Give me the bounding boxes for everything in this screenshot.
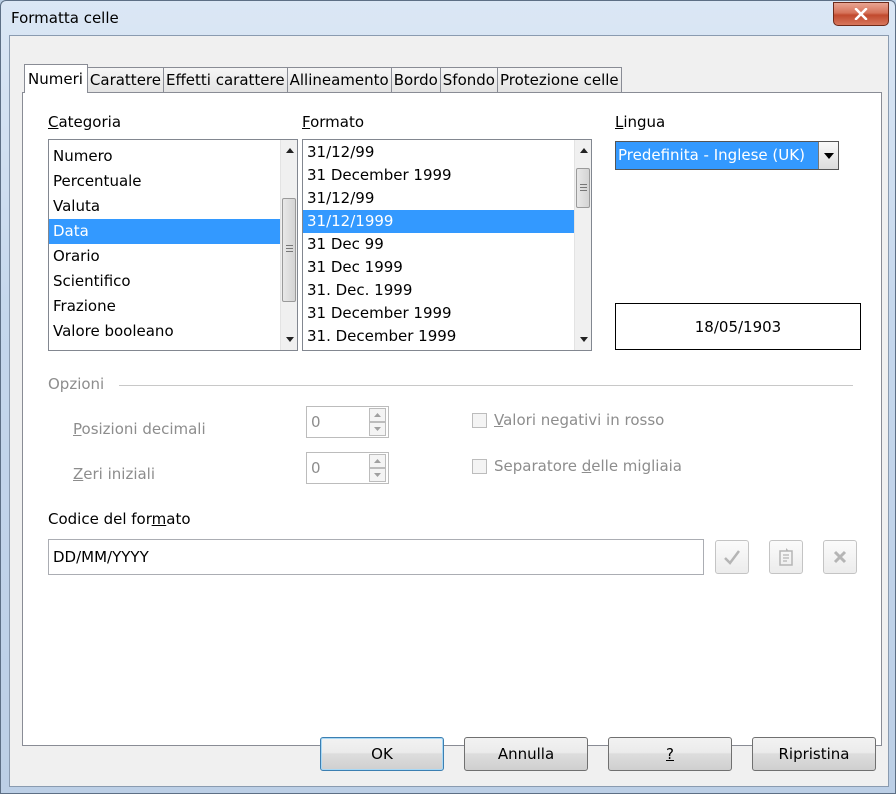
format-list-item[interactable]: 31/12/1999 (303, 210, 591, 233)
decimal-places-label: Posizioni decimali (73, 420, 206, 438)
language-dropdown-button[interactable] (818, 142, 838, 169)
delete-format-button[interactable] (823, 540, 857, 574)
format-list-item[interactable]: 31. December 1999 (303, 325, 591, 348)
tab-sfondo[interactable]: Sfondo (439, 67, 498, 93)
tab-carattere[interactable]: Carattere (86, 67, 164, 93)
category-label: Categoria (48, 113, 122, 131)
help-button-label: ? (666, 745, 674, 763)
spin-down-icon[interactable] (369, 422, 386, 436)
scroll-down-arrow-icon[interactable] (575, 331, 591, 348)
format-list-item[interactable]: 31/12/99 (303, 141, 591, 164)
close-icon (854, 8, 868, 20)
category-scrollbar[interactable] (280, 140, 297, 350)
spin-up-icon[interactable] (369, 408, 386, 422)
numbers-tab-panel: Categoria Numero Percentuale Valuta Data Ora… (22, 92, 882, 746)
leading-zeros-value: 0 (311, 459, 321, 477)
language-dropdown[interactable]: Predefinita - Inglese (UK) (615, 141, 839, 170)
options-divider (119, 385, 853, 386)
format-cells-dialog: Formatta celle Numeri Carattere Effetti … (0, 0, 896, 794)
format-code-label: Codice del formato (48, 510, 191, 528)
comment-icon (779, 548, 793, 566)
category-list-item[interactable]: Orario (49, 244, 297, 269)
scroll-up-arrow-icon[interactable] (281, 142, 297, 159)
preview-value: 18/05/1903 (694, 317, 782, 336)
format-list-item[interactable]: 31. Dec. 1999 (303, 279, 591, 302)
spin-up-icon[interactable] (369, 454, 386, 468)
category-list-item[interactable]: Scientifico (49, 269, 297, 294)
category-list-item[interactable]: Percentuale (49, 169, 297, 194)
negative-red-checkbox[interactable] (472, 413, 487, 428)
delete-icon (833, 550, 847, 564)
format-scroll-thumb[interactable] (576, 168, 590, 208)
format-label: Formato (302, 113, 365, 131)
chevron-down-icon (823, 152, 834, 159)
category-list-item[interactable]: Numero (49, 144, 297, 169)
thousands-separator-label: Separatore delle migliaia (494, 457, 682, 475)
format-listbox[interactable]: 31/12/99 31 December 1999 31/12/99 31/12/19… (302, 139, 592, 351)
checkmark-icon (724, 550, 740, 565)
format-code-input[interactable]: DD/MM/YYYY (48, 539, 704, 575)
scroll-down-arrow-icon[interactable] (281, 331, 297, 348)
tab-protezione-celle[interactable]: Protezione celle (496, 67, 622, 93)
format-list-item[interactable]: 31 Dec 99 (303, 233, 591, 256)
leading-zeros-spinner[interactable]: 0 (306, 452, 389, 484)
format-code-value: DD/MM/YYYY (53, 548, 149, 566)
title-bar[interactable]: Formatta celle (1, 1, 895, 35)
negative-red-label: Valori negativi in rosso (494, 411, 665, 429)
category-list-item[interactable]: Valuta (49, 194, 297, 219)
thousands-separator-checkbox[interactable] (472, 459, 487, 474)
category-list-item[interactable]: Frazione (49, 294, 297, 319)
tab-bar: Numeri Carattere Effetti carattere Allin… (24, 64, 622, 93)
language-label: Lingua (615, 113, 666, 131)
format-scrollbar[interactable] (574, 140, 591, 350)
tab-numeri[interactable]: Numeri (24, 64, 88, 93)
format-list-item[interactable]: 31 Dec 1999 (303, 256, 591, 279)
window-title: Formatta celle (11, 9, 119, 27)
dialog-client-area: Numeri Carattere Effetti carattere Allin… (9, 35, 889, 787)
format-list-item[interactable]: 31 December 1999 (303, 302, 591, 325)
decimal-places-spinner[interactable]: 0 (306, 406, 389, 438)
scroll-up-arrow-icon[interactable] (575, 142, 591, 159)
category-list-item[interactable]: Data (49, 219, 297, 244)
apply-format-button[interactable] (715, 540, 749, 574)
edit-comment-button[interactable] (769, 540, 803, 574)
category-list-item[interactable]: Valore booleano (49, 319, 297, 344)
format-list-item[interactable]: 31 December 1999 (303, 164, 591, 187)
tab-bordo[interactable]: Bordo (390, 67, 441, 93)
options-group-title: Opzioni (48, 375, 105, 393)
ok-button[interactable]: OK (320, 737, 444, 771)
tab-effetti-carattere[interactable]: Effetti carattere (163, 67, 288, 93)
category-listbox[interactable]: Numero Percentuale Valuta Data Orario Scienti… (48, 139, 298, 351)
language-value: Predefinita - Inglese (UK) (618, 146, 805, 164)
spin-down-icon[interactable] (369, 468, 386, 482)
help-button[interactable]: ? (608, 737, 732, 771)
reset-button[interactable]: Ripristina (752, 737, 876, 771)
format-preview: 18/05/1903 (615, 303, 861, 350)
category-scroll-thumb[interactable] (282, 198, 296, 302)
format-list-item[interactable]: 31/12/99 (303, 187, 591, 210)
tab-allineamento[interactable]: Allineamento (286, 67, 392, 93)
leading-zeros-label: Zeri iniziali (73, 465, 156, 483)
close-button[interactable] (833, 2, 889, 26)
cancel-button[interactable]: Annulla (464, 737, 588, 771)
decimal-places-value: 0 (311, 413, 321, 431)
